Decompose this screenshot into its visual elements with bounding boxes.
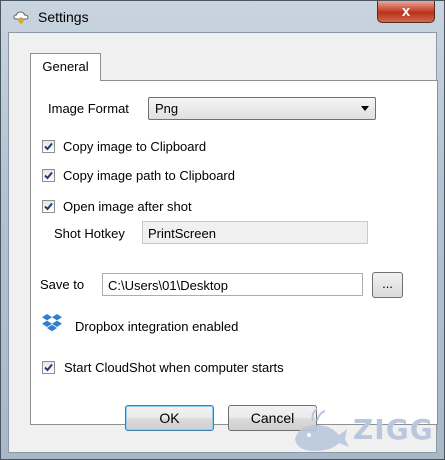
checkmark-icon xyxy=(44,142,53,151)
ok-button[interactable]: OK xyxy=(125,405,214,431)
browse-label: ... xyxy=(382,276,393,291)
shot-hotkey-label: Shot Hotkey xyxy=(54,226,125,241)
copy-image-checkbox[interactable] xyxy=(42,140,55,153)
shot-hotkey-value: PrintScreen xyxy=(148,226,216,241)
close-button[interactable]: x xyxy=(377,1,435,23)
tab-label: General xyxy=(42,59,89,74)
settings-window: Settings x General Image Format Png Copy… xyxy=(0,0,445,460)
window-title: Settings xyxy=(38,9,89,25)
copy-path-checkbox[interactable] xyxy=(42,169,55,182)
tab-general[interactable]: General xyxy=(30,53,101,81)
save-to-input[interactable]: C:\Users\01\Desktop xyxy=(102,273,363,296)
start-with-computer-label[interactable]: Start CloudShot when computer starts xyxy=(64,360,284,375)
ok-label: OK xyxy=(159,410,180,426)
copy-image-label[interactable]: Copy image to Clipboard xyxy=(63,139,206,154)
checkmark-icon xyxy=(44,202,53,211)
save-to-value: C:\Users\01\Desktop xyxy=(108,278,228,293)
start-with-computer-checkbox[interactable] xyxy=(42,361,55,374)
zigg-watermark: ZIGG xyxy=(291,405,441,455)
close-icon: x xyxy=(401,3,411,20)
save-to-label: Save to xyxy=(40,277,85,292)
dropbox-integration-label: Dropbox integration enabled xyxy=(75,319,239,334)
image-format-dropdown[interactable]: Png xyxy=(148,97,376,120)
open-after-label[interactable]: Open image after shot xyxy=(63,199,192,214)
watermark-text: ZIGG xyxy=(353,413,434,446)
image-format-value: Png xyxy=(155,101,179,116)
cancel-label: Cancel xyxy=(250,410,295,426)
title-bar[interactable]: Settings x xyxy=(1,1,444,33)
image-format-label: Image Format xyxy=(48,101,129,116)
checkmark-icon xyxy=(44,363,53,372)
open-after-checkbox[interactable] xyxy=(42,200,55,213)
shot-hotkey-field[interactable]: PrintScreen xyxy=(142,221,368,244)
cloud-app-icon xyxy=(13,9,29,25)
dialog-body: General Image Format Png Copy image to C… xyxy=(8,32,438,453)
browse-button[interactable]: ... xyxy=(372,272,403,298)
checkmark-icon xyxy=(44,171,53,180)
copy-path-label[interactable]: Copy image path to Clipboard xyxy=(63,168,235,183)
chevron-down-icon xyxy=(361,106,369,111)
dropbox-icon xyxy=(41,313,63,336)
